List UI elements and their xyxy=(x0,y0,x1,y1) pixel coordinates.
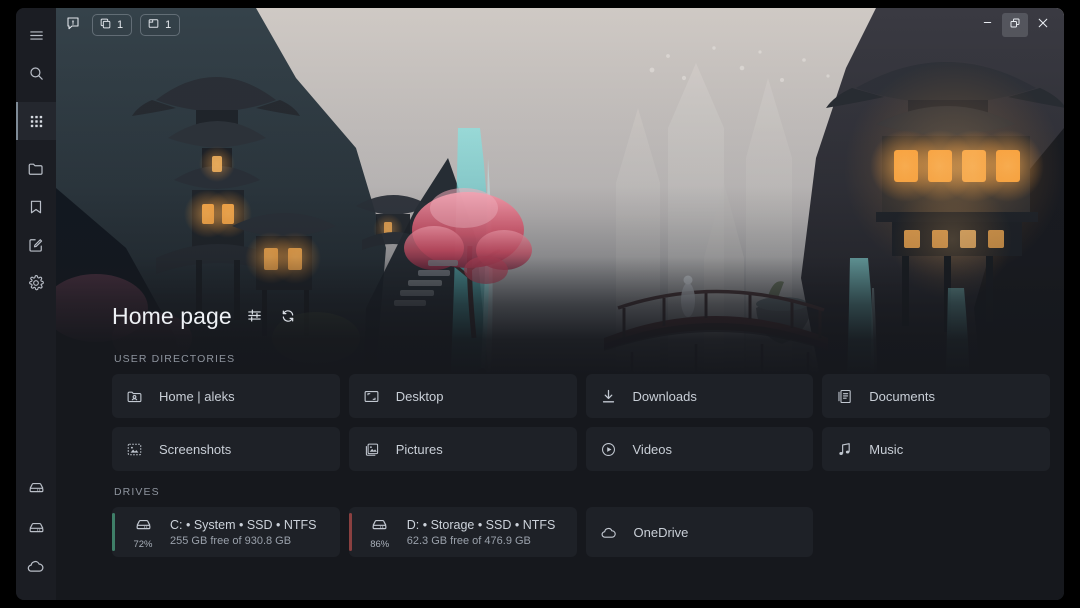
sidebar-item-settings[interactable] xyxy=(16,264,56,302)
drive-capacity: 255 GB free of 930.8 GB xyxy=(170,535,316,547)
hamburger-menu-icon xyxy=(28,27,45,44)
titlebar-left-group: 1 1 xyxy=(62,14,180,36)
view-options-button[interactable] xyxy=(245,308,265,328)
drive-card-d[interactable]: 86% D: • Storage • SSD • NTFS 62.3 GB fr… xyxy=(349,507,577,557)
dir-card-label: Pictures xyxy=(396,442,443,457)
dir-card-pictures[interactable]: Pictures xyxy=(349,427,577,471)
section-user-directories: USER DIRECTORIES Home | aleks xyxy=(112,353,1050,471)
page-header: Home page xyxy=(112,303,298,330)
minimize-button[interactable] xyxy=(974,13,1000,37)
section-label-drives: DRIVES xyxy=(112,486,1050,498)
drive-usage-percent: 72% xyxy=(133,540,152,550)
drive-title: C: • System • SSD • NTFS xyxy=(170,518,316,532)
drive-info: D: • Storage • SSD • NTFS 62.3 GB free o… xyxy=(397,518,556,547)
section-drives: DRIVES xyxy=(112,486,1050,557)
desktop-monitor-icon xyxy=(363,388,380,405)
dir-card-music[interactable]: Music xyxy=(822,427,1050,471)
cloud-icon xyxy=(600,523,618,541)
dir-card-label: Home | aleks xyxy=(159,389,235,404)
copy-stack-icon xyxy=(99,17,112,33)
sidebar-bottom-group xyxy=(16,466,56,600)
drive-icon-group: 86% xyxy=(363,514,397,550)
dir-card-downloads[interactable]: Downloads xyxy=(586,374,814,418)
sidebar-item-home-grid[interactable] xyxy=(16,102,56,140)
dir-card-documents[interactable]: Documents xyxy=(822,374,1050,418)
cloud-icon xyxy=(26,556,46,576)
download-arrow-icon xyxy=(600,388,617,405)
drive-capacity: 62.3 GB free of 476.9 GB xyxy=(407,535,556,547)
drive-icon-group: 72% xyxy=(126,514,160,550)
drive-icon xyxy=(370,514,389,538)
dir-card-label: Desktop xyxy=(396,389,444,404)
content-area: Home page xyxy=(56,8,1064,600)
sidebar xyxy=(16,8,56,600)
sidebar-item-files[interactable] xyxy=(16,150,56,188)
page-title: Home page xyxy=(112,303,232,330)
minimize-icon xyxy=(981,16,994,34)
sidebar-top-group xyxy=(16,8,56,302)
sidebar-item-bookmarks[interactable] xyxy=(16,188,56,226)
window-count-label: 1 xyxy=(165,20,171,31)
drives-grid: 72% C: • System • SSD • NTFS 255 GB free… xyxy=(112,507,1050,557)
drive-title: OneDrive xyxy=(634,525,689,540)
user-directories-grid: Home | aleks Desktop xyxy=(112,374,1050,471)
gear-icon xyxy=(27,274,45,292)
pictures-stack-icon xyxy=(363,441,380,458)
sliders-filter-icon xyxy=(246,307,263,329)
dir-card-label: Downloads xyxy=(633,389,697,404)
edit-note-icon xyxy=(27,236,45,254)
dir-card-desktop[interactable]: Desktop xyxy=(349,374,577,418)
sidebar-item-drive-c[interactable] xyxy=(16,466,56,506)
sidebar-item-drive-d[interactable] xyxy=(16,506,56,546)
refresh-button[interactable] xyxy=(278,308,298,328)
drive-icon xyxy=(27,517,46,536)
sidebar-item-search[interactable] xyxy=(16,54,56,92)
drive-icon xyxy=(27,477,46,496)
notification-button[interactable] xyxy=(62,14,84,36)
sidebar-item-menu[interactable] xyxy=(16,16,56,54)
home-folder-person-icon xyxy=(126,388,143,405)
bookmark-icon xyxy=(27,198,45,216)
grid-apps-icon xyxy=(28,113,45,130)
window-controls xyxy=(974,13,1062,37)
play-circle-icon xyxy=(600,441,617,458)
tab-count-label: 1 xyxy=(117,20,123,31)
window-count-chip[interactable]: 1 xyxy=(140,14,180,36)
drive-usage-percent: 86% xyxy=(370,540,389,550)
dir-card-screenshots[interactable]: Screenshots xyxy=(112,427,340,471)
refresh-sync-icon xyxy=(280,308,296,329)
close-icon xyxy=(1036,16,1050,35)
dir-card-label: Screenshots xyxy=(159,442,231,457)
dir-card-label: Videos xyxy=(633,442,673,457)
drive-title: D: • Storage • SSD • NTFS xyxy=(407,518,556,532)
speech-bubble-alert-icon xyxy=(65,15,81,36)
drive-card-c[interactable]: 72% C: • System • SSD • NTFS 255 GB free… xyxy=(112,507,340,557)
drive-usage-accent xyxy=(112,513,115,551)
titlebar: 1 1 xyxy=(56,8,1064,42)
main-pane: 1 1 xyxy=(56,8,1064,600)
sidebar-item-notes[interactable] xyxy=(16,226,56,264)
search-icon xyxy=(28,65,45,82)
dir-card-label: Documents xyxy=(869,389,935,404)
app-window: 1 1 xyxy=(16,8,1064,600)
dir-card-label: Music xyxy=(869,442,903,457)
dir-card-videos[interactable]: Videos xyxy=(586,427,814,471)
dir-card-home[interactable]: Home | aleks xyxy=(112,374,340,418)
documents-stack-icon xyxy=(836,388,853,405)
close-button[interactable] xyxy=(1030,13,1056,37)
music-note-icon xyxy=(836,441,853,458)
restore-window-icon xyxy=(1009,16,1021,34)
drive-icon xyxy=(134,514,153,538)
restore-button[interactable] xyxy=(1002,13,1028,37)
drive-info: C: • System • SSD • NTFS 255 GB free of … xyxy=(160,518,316,547)
drive-usage-accent xyxy=(349,513,352,551)
folder-icon xyxy=(27,160,45,178)
folder-window-icon xyxy=(147,17,160,33)
screenshot-dashed-icon xyxy=(126,441,143,458)
section-label-user-directories: USER DIRECTORIES xyxy=(112,353,1050,365)
sidebar-item-onedrive[interactable] xyxy=(16,546,56,586)
drive-card-onedrive[interactable]: OneDrive xyxy=(586,507,814,557)
tab-count-chip[interactable]: 1 xyxy=(92,14,132,36)
